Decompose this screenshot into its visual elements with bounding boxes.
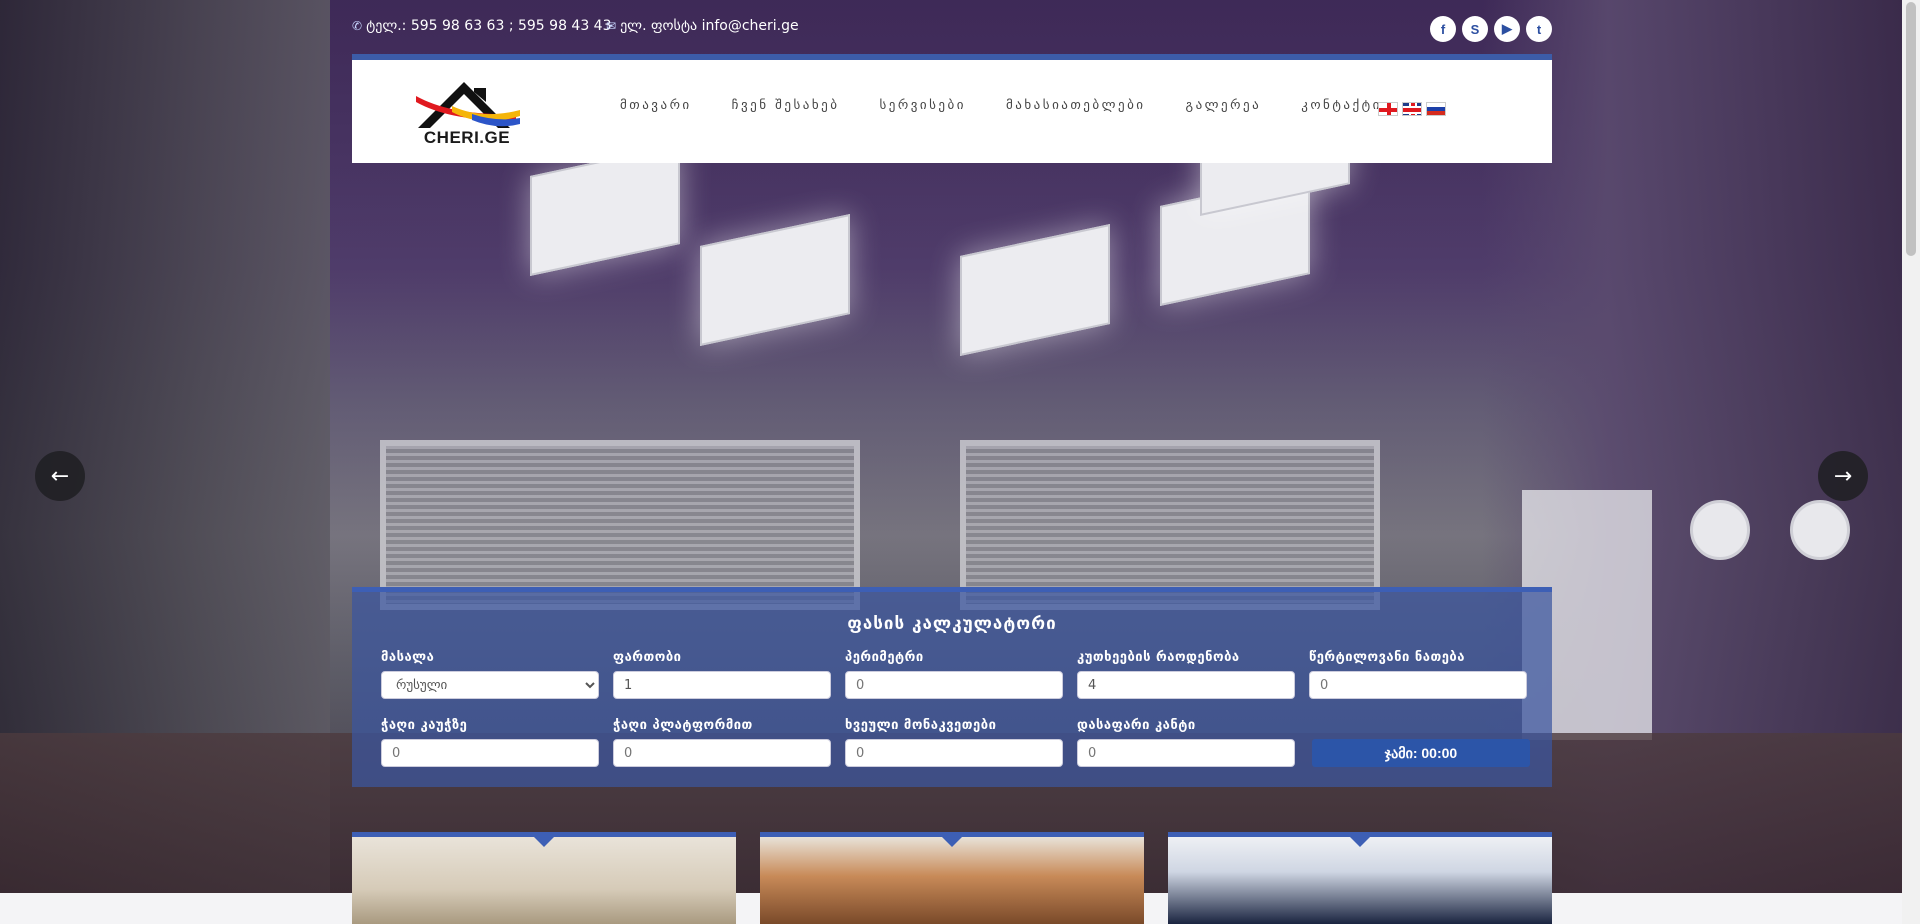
pipe-cutouts-input[interactable] <box>845 739 1063 767</box>
wall-clock <box>1690 500 1750 560</box>
email-text[interactable]: ელ. ფოსტა info@cheri.ge <box>620 18 799 34</box>
site-logo[interactable]: CHERI.GE <box>412 76 522 148</box>
phone-contact: ✆ ტელ.: 595 98 63 63 ; 595 98 43 43 <box>352 18 612 34</box>
corners-label: კუთხეების რაოდენობა <box>1077 650 1240 665</box>
language-switcher <box>1378 102 1446 116</box>
corners-field: კუთხეების რაოდენობა <box>1077 650 1295 699</box>
material-label: მასალა <box>381 650 435 665</box>
nav-gallery[interactable]: გალერეა <box>1186 98 1262 113</box>
corners-input[interactable] <box>1077 671 1295 699</box>
twitter-icon[interactable]: t <box>1526 16 1552 42</box>
area-field: ფართობი <box>613 650 831 699</box>
price-calculator: ფასის კალკულატორი მასალა რუსული ფართობი … <box>352 587 1552 787</box>
facebook-icon[interactable]: f <box>1430 16 1456 42</box>
perimeter-input[interactable] <box>845 671 1063 699</box>
logo-text: CHERI.GE <box>423 128 511 147</box>
youtube-icon[interactable]: ▶ <box>1494 16 1520 42</box>
chandelier-platform-label: ჭაღი პლატფორმით <box>613 718 753 733</box>
hero-window-left <box>380 440 860 610</box>
site-header: CHERI.GE მთავარი ჩვენ შესახებ სერვისები … <box>352 54 1552 163</box>
material-field: მასალა რუსული <box>381 650 599 699</box>
perimeter-field: პერიმეტრი <box>845 650 1063 699</box>
main-nav: მთავარი ჩვენ შესახებ სერვისები მახასიათე… <box>620 98 1382 113</box>
chandelier-hook-label: ჭაღი კაუჭზე <box>381 718 468 733</box>
skype-icon[interactable]: S <box>1462 16 1488 42</box>
area-input[interactable] <box>613 671 831 699</box>
house-logo-icon <box>416 82 520 128</box>
nav-home[interactable]: მთავარი <box>620 98 692 113</box>
hero-window-right <box>960 440 1380 610</box>
pipe-cutouts-label: ხვეული მონაკვეთები <box>845 718 997 733</box>
chandelier-platform-input[interactable] <box>613 739 831 767</box>
flag-uk-icon[interactable] <box>1402 102 1422 116</box>
chandelier-platform-field: ჭაღი პლატფორმით <box>613 718 831 767</box>
feature-card[interactable] <box>760 832 1144 924</box>
wall-clock <box>1790 500 1850 560</box>
slider-next-button[interactable]: → <box>1818 451 1868 501</box>
phone-icon: ✆ <box>352 19 363 33</box>
email-contact[interactable]: ✉ ელ. ფოსტა info@cheri.ge <box>606 18 799 34</box>
chandelier-hook-field: ჭაღი კაუჭზე <box>381 718 599 767</box>
hidden-edge-label: დასაფარი კანტი <box>1077 718 1196 733</box>
perimeter-label: პერიმეტრი <box>845 650 924 665</box>
area-label: ფართობი <box>613 650 682 665</box>
envelope-icon: ✉ <box>606 19 617 33</box>
flag-georgia-icon[interactable] <box>1378 102 1398 116</box>
flag-russia-icon[interactable] <box>1426 102 1446 116</box>
hidden-edge-input[interactable] <box>1077 739 1295 767</box>
nav-contact[interactable]: კონტაქტი <box>1301 98 1382 113</box>
nav-features[interactable]: მახასიათებლები <box>1006 98 1146 113</box>
nav-about[interactable]: ჩვენ შესახებ <box>732 98 840 113</box>
top-bar: ✆ ტელ.: 595 98 63 63 ; 595 98 43 43 ✉ ელ… <box>352 16 1552 42</box>
pipe-cutouts-field: ხვეული მონაკვეთები <box>845 718 1063 767</box>
spot-lights-field: წერტილოვანი ნათება <box>1309 650 1527 699</box>
phone-text: ტელ.: 595 98 63 63 ; 595 98 43 43 <box>366 18 612 34</box>
feature-card[interactable] <box>1168 832 1552 924</box>
chandelier-hook-input[interactable] <box>381 739 599 767</box>
nav-services[interactable]: სერვისები <box>880 98 966 113</box>
material-select[interactable]: რუსული <box>381 671 599 699</box>
scrollbar-thumb[interactable] <box>1906 2 1916 256</box>
total-button[interactable]: ჯამი: 00:00 <box>1312 739 1530 767</box>
spot-lights-input[interactable] <box>1309 671 1527 699</box>
ceiling-lamp <box>530 144 680 276</box>
hidden-edge-field: დასაფარი კანტი <box>1077 718 1295 767</box>
ceiling-lamp <box>700 214 850 346</box>
feature-card[interactable] <box>352 832 736 924</box>
social-links: f S ▶ t <box>1430 16 1552 42</box>
slider-prev-button[interactable]: ← <box>35 451 85 501</box>
ceiling-lamp <box>960 224 1110 356</box>
calculator-title: ფასის კალკულატორი <box>847 614 1057 634</box>
spot-lights-label: წერტილოვანი ნათება <box>1309 650 1465 665</box>
page-scrollbar[interactable] <box>1902 0 1920 924</box>
